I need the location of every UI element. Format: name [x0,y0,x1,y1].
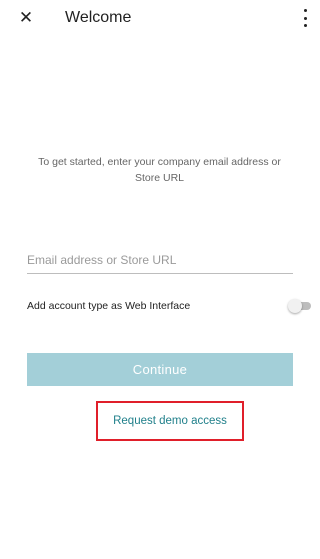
toggle-thumb [288,299,302,313]
page-title: Welcome [65,9,132,26]
continue-button[interactable]: Continue [27,353,293,386]
close-icon[interactable]: ✕ [16,7,36,29]
welcome-screen: ✕ Welcome To get started, enter your com… [0,0,319,559]
app-bar: ✕ Welcome [0,0,319,40]
web-interface-toggle[interactable] [288,298,315,314]
request-demo-access-link[interactable]: Request demo access [96,401,244,441]
intro-text: To get started, enter your company email… [38,156,281,184]
more-vert-icon[interactable] [301,9,309,27]
overflow-dot [303,24,307,27]
overflow-dot [303,9,307,12]
account-type-label: Add account type as Web Interface [27,300,191,312]
email-or-store-url-input[interactable] [27,247,293,274]
overflow-dot [303,16,307,20]
